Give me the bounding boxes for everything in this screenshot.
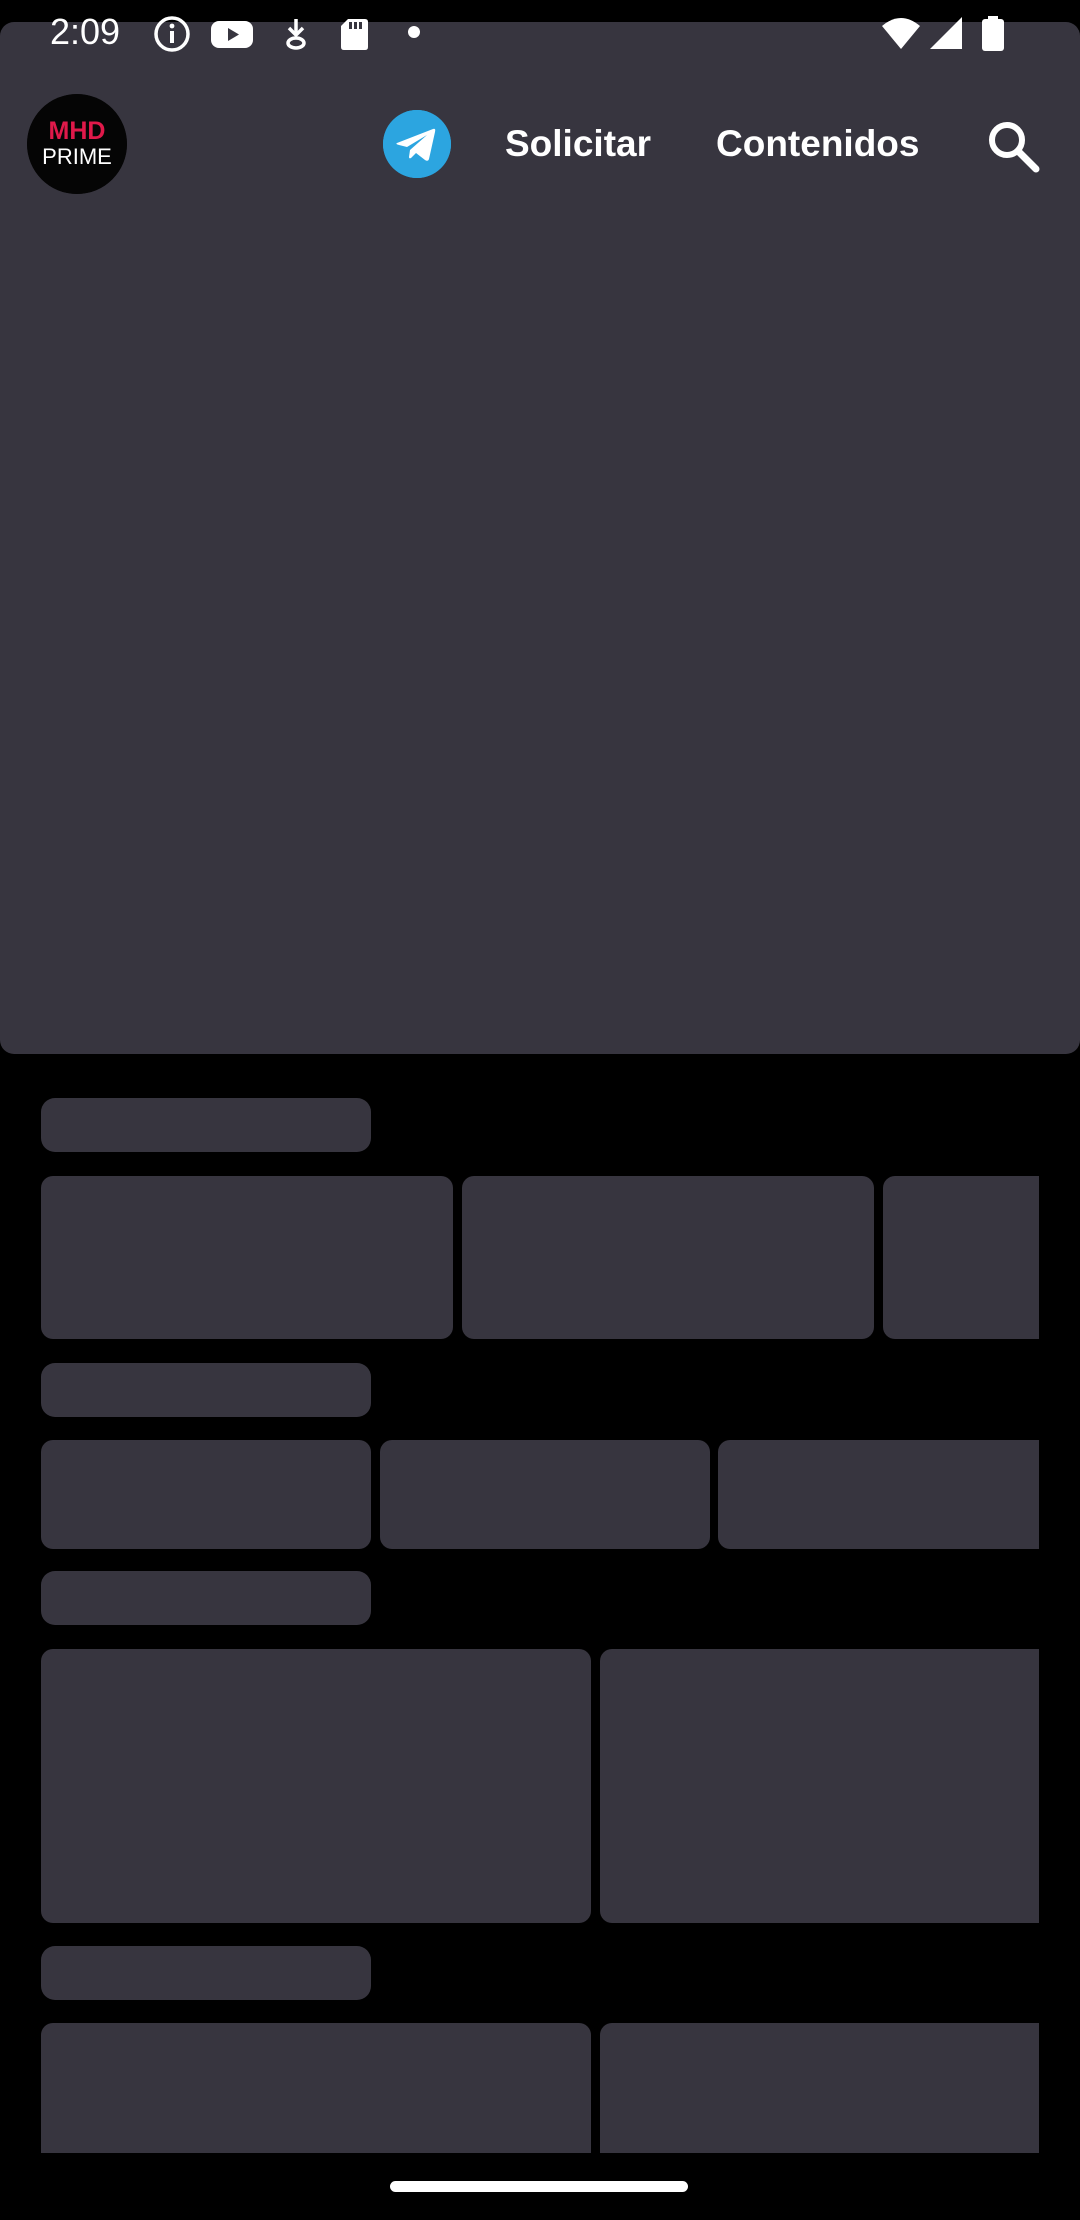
content-card-placeholder[interactable]	[883, 1176, 1039, 1339]
download-icon	[276, 14, 316, 54]
status-bar: 2:09	[0, 0, 1080, 64]
telegram-button[interactable]	[383, 110, 451, 178]
info-icon	[152, 14, 192, 54]
content-card-placeholder[interactable]	[41, 1440, 371, 1549]
home-screen: 2:09 MHD PRIME Solicitar Contenidos	[0, 0, 1080, 2220]
content-card-placeholder[interactable]	[41, 1649, 591, 1923]
section-title-placeholder	[41, 1363, 371, 1417]
section-title-placeholder	[41, 1098, 371, 1152]
content-card-placeholder[interactable]	[41, 2023, 591, 2153]
wifi-icon	[880, 14, 922, 54]
youtube-icon	[209, 14, 255, 54]
signal-icon	[926, 14, 966, 54]
svg-text:MHD: MHD	[49, 117, 106, 145]
search-button[interactable]	[984, 117, 1042, 175]
status-time: 2:09	[50, 11, 121, 52]
content-card-placeholder[interactable]	[41, 1176, 453, 1339]
telegram-icon	[383, 110, 451, 178]
nav-contenidos-link[interactable]: Contenidos	[716, 122, 919, 166]
battery-icon	[978, 14, 1008, 54]
section-title-placeholder	[41, 1946, 371, 2000]
content-card-placeholder[interactable]	[600, 1649, 1039, 1923]
mhd-prime-logo[interactable]: MHD PRIME	[27, 94, 127, 194]
content-card-placeholder[interactable]	[380, 1440, 710, 1549]
nav-solicitar-link[interactable]: Solicitar	[505, 122, 651, 166]
section-title-placeholder	[41, 1571, 371, 1625]
content-card-placeholder[interactable]	[462, 1176, 874, 1339]
content-card-placeholder[interactable]	[600, 2023, 1039, 2153]
gesture-navigation-bar[interactable]	[390, 2181, 688, 2192]
top-app-bar: MHD PRIME Solicitar Contenidos	[0, 84, 1080, 204]
search-icon	[989, 122, 1040, 173]
svg-text:PRIME: PRIME	[42, 144, 112, 169]
sd-card-icon	[334, 14, 374, 54]
dot-icon	[404, 14, 424, 54]
content-card-placeholder[interactable]	[718, 1440, 1039, 1549]
